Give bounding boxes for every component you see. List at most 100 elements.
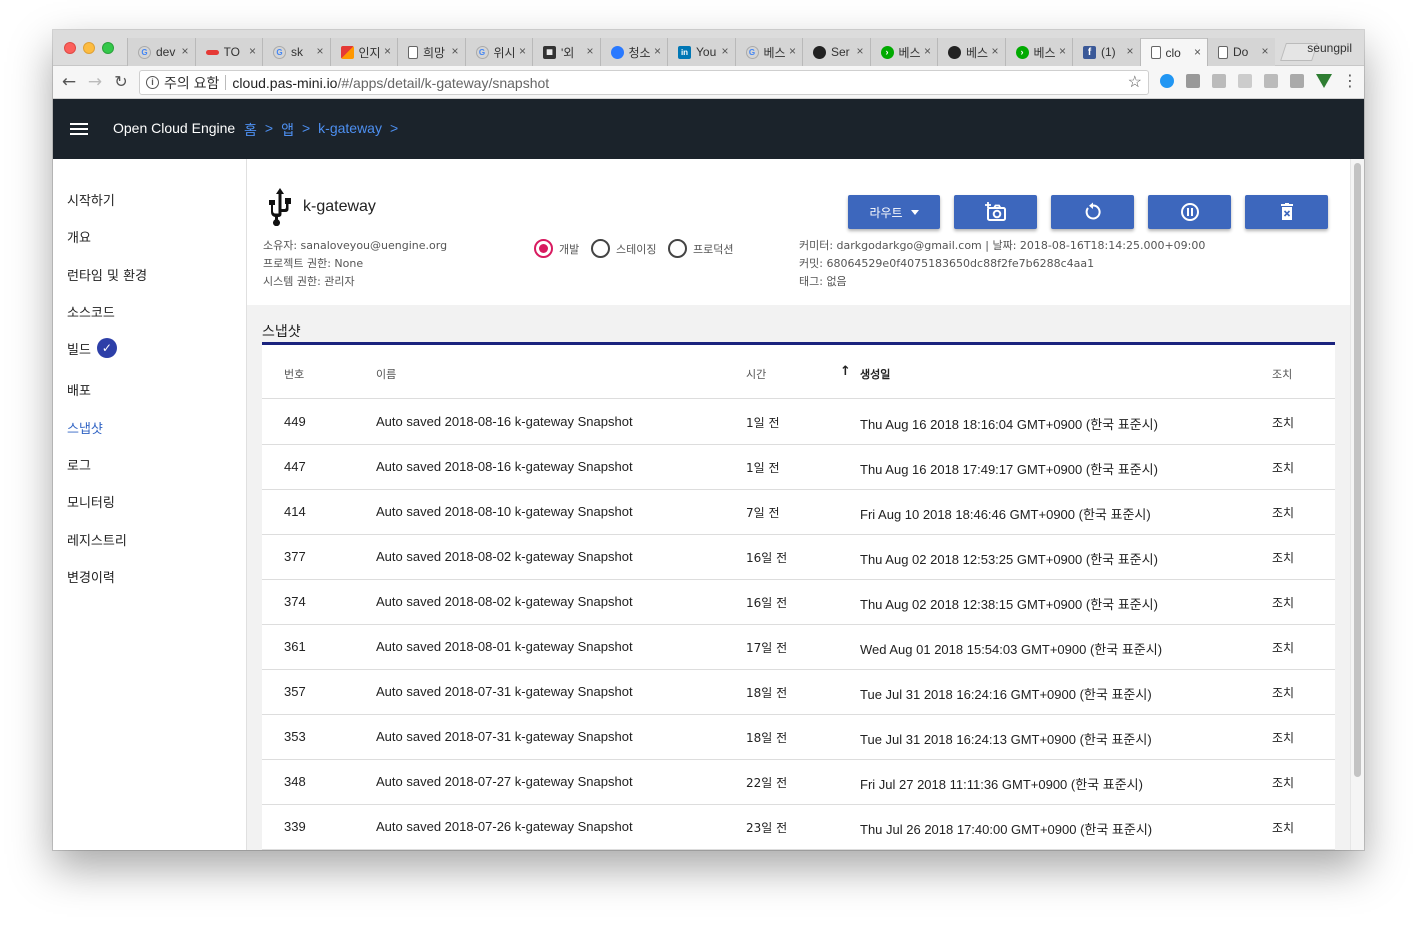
radio-selected-icon[interactable] xyxy=(534,239,553,258)
extension-icon[interactable] xyxy=(1238,74,1252,88)
browser-tab[interactable]: Gdev × xyxy=(127,38,195,66)
browser-tab[interactable]: 희망 × xyxy=(397,38,465,66)
browser-menu-icon[interactable]: ⋮ xyxy=(1342,71,1358,90)
stage-radio-staging[interactable]: 스테이징 xyxy=(591,239,656,258)
close-tab-icon[interactable]: × xyxy=(384,44,391,58)
extension-icon[interactable] xyxy=(1186,74,1200,88)
stage-radio-production[interactable]: 프로덕션 xyxy=(668,239,733,258)
close-tab-icon[interactable]: × xyxy=(586,44,593,58)
browser-tab[interactable]: › 베스 × xyxy=(1004,38,1072,66)
brand-title[interactable]: Open Cloud Engine xyxy=(113,120,235,136)
address-bar[interactable]: i 주의 요함 cloud.pas-mini.io/#/apps/detail/… xyxy=(139,70,1149,95)
download-extension-icon[interactable] xyxy=(1160,74,1174,88)
stage-radio-dev[interactable]: 개발 xyxy=(534,239,579,258)
restart-button[interactable] xyxy=(1051,195,1134,229)
browser-tab[interactable]: Ser × xyxy=(802,38,870,66)
table-row: 348 Auto saved 2018-07-27 k-gateway Snaps… xyxy=(262,760,1335,805)
breadcrumb-app[interactable]: k-gateway xyxy=(318,120,382,140)
action-link[interactable]: 조치 xyxy=(1272,819,1294,836)
sidebar-item-registry[interactable]: 레지스트리 xyxy=(67,530,127,549)
browser-tab[interactable]: 청소 × xyxy=(599,38,667,66)
scrollbar[interactable] xyxy=(1350,159,1364,850)
action-link[interactable]: 조치 xyxy=(1272,684,1294,701)
tab-label: 베스 xyxy=(1033,45,1056,60)
breadcrumb-apps[interactable]: 앱 xyxy=(281,120,294,140)
action-link[interactable]: 조치 xyxy=(1272,774,1294,791)
column-header-number[interactable]: 번호 xyxy=(284,366,304,382)
profile-name[interactable]: seungpil xyxy=(1307,41,1352,55)
close-tab-icon[interactable]: × xyxy=(451,44,458,58)
browser-tab[interactable]: ▦ '외 × xyxy=(532,38,600,66)
minimize-window-button[interactable] xyxy=(83,42,95,54)
action-link[interactable]: 조치 xyxy=(1272,549,1294,566)
reload-icon[interactable]: ↻ xyxy=(111,72,131,91)
forward-arrow-icon[interactable]: → xyxy=(85,72,105,92)
browser-tab[interactable]: Do × xyxy=(1207,38,1275,66)
browser-tab[interactable]: › 베스 × xyxy=(869,38,937,66)
browser-tab[interactable]: in You × xyxy=(667,38,735,66)
browser-tab[interactable]: Gsk × xyxy=(262,38,330,66)
bookmark-star-icon[interactable]: ☆ xyxy=(1128,72,1142,92)
pause-icon xyxy=(1180,203,1199,221)
close-tab-icon[interactable]: × xyxy=(654,44,661,58)
sidebar-item-monitoring[interactable]: 모니터링 xyxy=(67,492,115,511)
action-link[interactable]: 조치 xyxy=(1272,459,1294,476)
info-icon[interactable]: i xyxy=(146,76,159,89)
close-tab-icon[interactable]: × xyxy=(856,44,863,58)
snapshot-button[interactable] xyxy=(954,195,1037,229)
sidebar-item-logs[interactable]: 로그 xyxy=(67,455,91,474)
action-link[interactable]: 조치 xyxy=(1272,639,1294,656)
browser-tab[interactable]: clo × xyxy=(1139,38,1207,66)
close-tab-icon[interactable]: × xyxy=(721,44,728,58)
sidebar-item-deploy[interactable]: 배포 xyxy=(67,380,91,399)
close-tab-icon[interactable]: × xyxy=(316,44,323,58)
close-tab-icon[interactable]: × xyxy=(1126,44,1133,58)
route-dropdown-button[interactable]: 라우트 xyxy=(848,195,940,229)
action-link[interactable]: 조치 xyxy=(1272,414,1294,431)
browser-tab[interactable]: TO × xyxy=(194,38,262,66)
sidebar-item-runtime[interactable]: 런타임 및 환경 xyxy=(67,265,147,284)
close-tab-icon[interactable]: × xyxy=(181,44,188,58)
extension-icon[interactable] xyxy=(1290,74,1304,88)
back-arrow-icon[interactable]: ← xyxy=(59,72,79,92)
close-tab-icon[interactable]: × xyxy=(1261,44,1268,58)
close-tab-icon[interactable]: × xyxy=(249,44,256,58)
browser-tab[interactable]: G 위시 × xyxy=(464,38,532,66)
delete-button[interactable] xyxy=(1245,195,1328,229)
close-tab-icon[interactable]: × xyxy=(1194,45,1201,59)
sort-arrow-icon[interactable]: ↑ xyxy=(840,364,851,379)
browser-tab[interactable]: f (1) × xyxy=(1072,38,1140,66)
browser-tab[interactable]: 인지 × xyxy=(329,38,397,66)
sidebar-item-start[interactable]: 시작하기 xyxy=(67,190,115,209)
radio-icon[interactable] xyxy=(591,239,610,258)
action-link[interactable]: 조치 xyxy=(1272,504,1294,521)
sidebar-item-snapshot[interactable]: 스냅샷 xyxy=(67,418,103,437)
close-tab-icon[interactable]: × xyxy=(991,44,998,58)
close-tab-icon[interactable]: × xyxy=(1059,44,1066,58)
sidebar-item-source[interactable]: 소스코드 xyxy=(67,302,115,321)
pause-button[interactable] xyxy=(1148,195,1231,229)
close-tab-icon[interactable]: × xyxy=(924,44,931,58)
extension-icon[interactable] xyxy=(1212,74,1226,88)
zoom-window-button[interactable] xyxy=(102,42,114,54)
scrollbar-thumb[interactable] xyxy=(1354,163,1361,777)
browser-tab[interactable]: 베스 × xyxy=(937,38,1005,66)
browser-tab[interactable]: G 베스 × xyxy=(734,38,802,66)
column-header-created[interactable]: 생성일 xyxy=(860,366,890,382)
close-tab-icon[interactable]: × xyxy=(519,44,526,58)
column-header-time[interactable]: 시간 xyxy=(746,366,766,382)
close-window-button[interactable] xyxy=(64,42,76,54)
close-tab-icon[interactable]: × xyxy=(789,44,796,58)
vue-devtools-icon[interactable] xyxy=(1316,74,1332,88)
radio-icon[interactable] xyxy=(668,239,687,258)
cell-time: 17일 전 xyxy=(746,641,788,655)
column-header-name[interactable]: 이름 xyxy=(376,366,396,382)
sidebar-item-history[interactable]: 변경이력 xyxy=(67,567,115,586)
action-link[interactable]: 조치 xyxy=(1272,729,1294,746)
sidebar-item-overview[interactable]: 개요 xyxy=(67,227,91,246)
extension-icon[interactable] xyxy=(1264,74,1278,88)
hamburger-menu-icon[interactable] xyxy=(70,123,88,135)
breadcrumb-home[interactable]: 홈 xyxy=(244,120,257,140)
action-link[interactable]: 조치 xyxy=(1272,594,1294,611)
sidebar-item-build[interactable]: 빌드 ✓ xyxy=(67,338,117,358)
